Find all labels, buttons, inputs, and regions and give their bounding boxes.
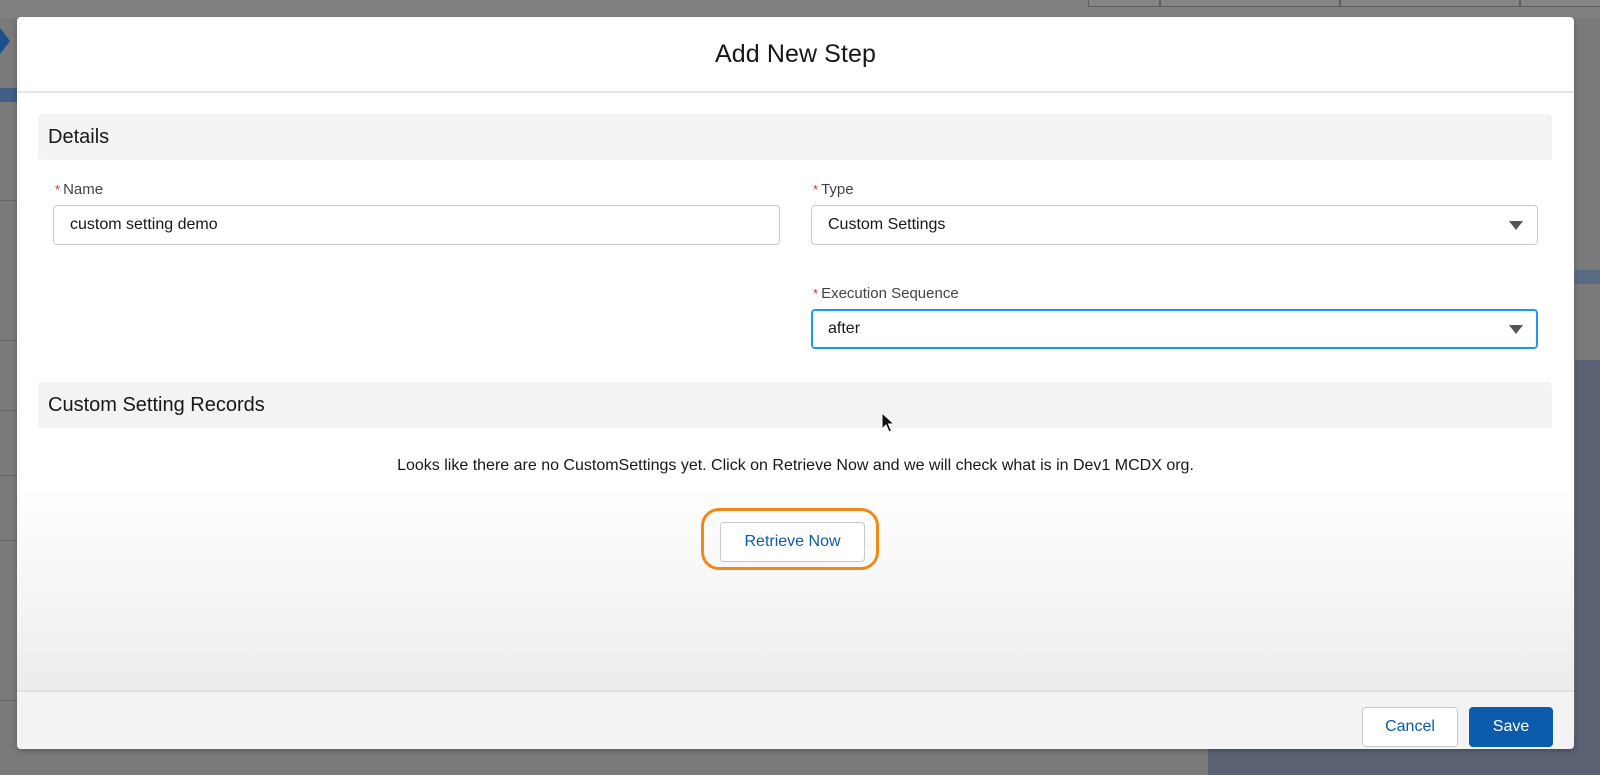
background-header [0,0,1600,18]
save-button[interactable]: Save [1469,707,1553,747]
empty-records-message: Looks like there are no CustomSettings y… [397,457,1194,474]
add-step-modal: Add New Step Details * Name custom setti… [17,17,1574,749]
type-select-value: Custom Settings [828,216,946,233]
type-select[interactable]: Custom Settings [811,205,1538,245]
modal-header: Add New Step [17,17,1574,93]
background-divider [0,410,18,411]
name-label: * Name [55,181,103,198]
cancel-button[interactable]: Cancel [1362,707,1458,747]
background-arrow-icon [0,28,10,54]
execution-sequence-label: * Execution Sequence [813,285,959,302]
name-input[interactable]: custom setting demo [53,205,780,245]
required-marker: * [813,182,819,197]
background-divider [0,700,18,701]
details-section-header: Details [38,114,1552,160]
background-divider [0,540,18,541]
required-marker: * [813,286,819,301]
modal-footer: Cancel Save [17,690,1574,749]
modal-title: Add New Step [714,39,876,68]
type-label-text: Type [821,181,854,198]
modal-body: Details * Name custom setting demo * Typ… [17,93,1574,690]
name-label-text: Name [63,181,104,198]
chevron-down-icon [1509,325,1523,334]
background-panel [1575,360,1600,775]
records-section-title: Custom Setting Records [48,393,265,416]
background-cell [1520,0,1600,7]
background-strip [1575,270,1600,284]
execution-sequence-select[interactable]: after [811,309,1538,349]
mouse-pointer-icon [881,412,895,433]
details-section-title: Details [48,125,110,148]
required-marker: * [55,182,61,197]
name-input-value: custom setting demo [70,216,218,233]
execution-sequence-value: after [828,320,861,337]
retrieve-now-button[interactable]: Retrieve Now [720,522,865,562]
execution-sequence-label-text: Execution Sequence [821,285,959,302]
type-label: * Type [813,181,854,198]
background-cell [1160,0,1340,7]
records-section-header: Custom Setting Records [38,382,1552,428]
background-divider [0,475,18,476]
background-cell [1340,0,1520,7]
background-cell [1088,0,1160,7]
chevron-down-icon [1509,221,1523,230]
background-bar [0,88,18,102]
background-divider [0,340,18,341]
background-divider [0,200,18,201]
